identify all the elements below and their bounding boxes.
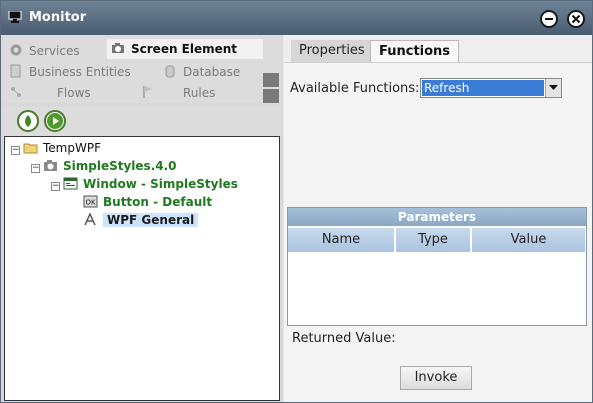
highlight-button[interactable] [17,110,39,132]
flag-icon [143,86,152,98]
scroll-down-button[interactable] [263,89,279,103]
close-icon [571,14,581,24]
nav-business-entities[interactable]: Business Entities [9,62,154,82]
tree-toolbar [1,107,283,137]
nav-database[interactable]: Database [163,62,259,82]
scroll-up-button[interactable] [263,73,279,87]
button-icon: OK [83,195,98,208]
column-name[interactable]: Name [288,228,395,252]
collapse-toggle[interactable]: − [51,182,60,191]
tree-node-wpf-general[interactable]: WPF General [83,211,199,229]
nav-screen-element[interactable]: Screen Element [107,39,263,59]
available-functions-select[interactable]: Refresh [420,78,562,98]
camera-icon [112,43,124,53]
nav-grid: Services Screen Element Business Entitie… [1,35,283,103]
font-icon [84,213,96,226]
nav-services[interactable]: Services [9,41,105,61]
window-icon [63,177,78,190]
selected-function: Refresh [422,80,544,96]
minus-icon [545,18,553,20]
title-bar[interactable]: Monitor [1,1,592,35]
play-button[interactable] [44,110,66,132]
tree-node-tempwpf[interactable]: − TempWPF [11,139,101,157]
monitor-window: Monitor Services Screen Element Business… [0,0,593,403]
tree-node-window[interactable]: − Window - SimpleStyles [51,175,238,193]
window-title: Monitor [29,10,87,25]
play-icon [47,113,63,129]
nav-rules[interactable]: Rules [141,83,241,103]
tree-node-simplestyles[interactable]: − SimpleStyles.4.0 [31,157,177,175]
tab-properties[interactable]: Properties [291,40,373,62]
available-functions-label: Available Functions: [290,81,420,96]
column-type[interactable]: Type [396,228,471,252]
parameters-table: Parameters Name Type Value [287,207,587,326]
tree-node-button[interactable]: OK Button - Default [83,193,212,211]
gear-icon [10,44,22,56]
minimize-button[interactable] [540,10,558,28]
entity-icon [10,64,21,78]
left-pane: Services Screen Element Business Entitie… [1,35,283,402]
monitor-icon [8,11,22,23]
collapse-toggle[interactable]: − [11,146,20,155]
svg-text:OK: OK [85,199,96,207]
close-button[interactable] [567,10,585,28]
tab-functions[interactable]: Functions [370,40,460,62]
chevron-down-icon [549,85,558,90]
element-tree[interactable]: − TempWPF − SimpleStyles.4.0 − Window - Sim… [4,136,280,401]
parameters-title: Parameters [288,208,586,226]
folder-icon [23,143,38,154]
nav-flows[interactable]: Flows [9,83,109,103]
camera-icon [44,160,57,171]
dropdown-arrow[interactable] [545,79,561,97]
leaf-icon [25,115,31,127]
collapse-toggle[interactable]: − [31,164,40,173]
flow-icon [11,87,21,97]
returned-value-label: Returned Value: [292,331,396,346]
nav-scrollbar[interactable] [263,73,279,103]
right-pane: Properties Functions Available Functions… [284,35,592,402]
functions-panel: Available Functions: Refresh Parameters … [284,62,592,402]
column-value[interactable]: Value [472,228,586,252]
invoke-button[interactable]: Invoke [400,366,472,390]
parameters-header: Name Type Value [288,228,586,252]
database-icon [165,65,175,78]
